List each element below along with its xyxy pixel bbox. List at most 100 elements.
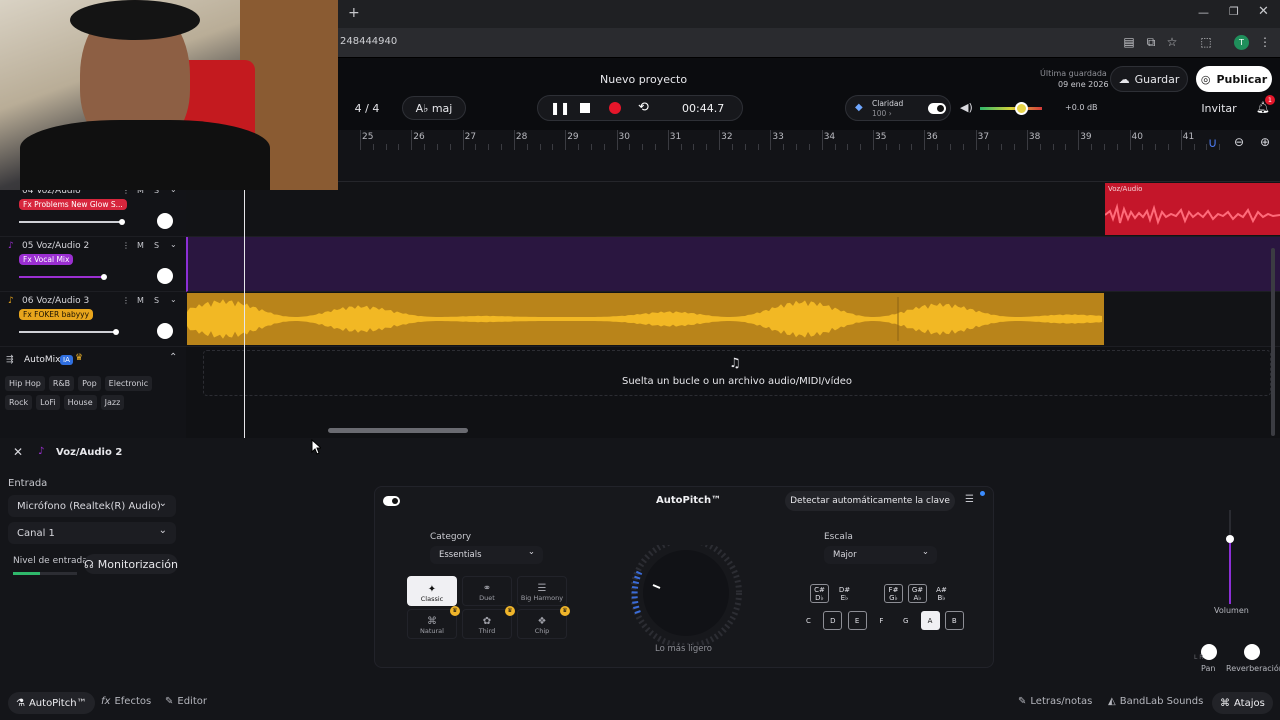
chevron-up-icon[interactable]: ⌃ — [169, 352, 177, 363]
browser-menu-icon[interactable]: ⋮ — [1258, 35, 1272, 49]
fx-tag[interactable]: Fx Vocal Mix — [19, 254, 74, 265]
solo-button[interactable]: S — [154, 241, 159, 250]
footer-sounds-button[interactable]: ◭ BandLab Sounds — [1108, 696, 1203, 707]
footer-tab-effects[interactable]: fx Efectos — [101, 696, 151, 707]
key-natural[interactable]: A — [920, 611, 940, 630]
project-title[interactable]: Nuevo proyecto — [600, 73, 687, 86]
audio-clip-yellow[interactable] — [187, 293, 1104, 345]
genre-chip[interactable]: House — [63, 395, 97, 410]
timeline-ruler[interactable]: 25 26 27 28 29 30 31 32 33 34 35 36 37 38 39 40 41 ∪ ⊖ ⊕ — [338, 130, 1280, 182]
save-button[interactable]: ☁ Guardar — [1110, 66, 1188, 92]
url-text[interactable]: 248444940 — [340, 36, 397, 47]
preset-duet[interactable]: ⚭ Duet — [462, 576, 512, 606]
close-window-icon[interactable]: ✕ — [1258, 4, 1269, 19]
genre-chip[interactable]: Rock — [5, 395, 33, 410]
time-signature[interactable]: 4 / 4 — [342, 96, 392, 120]
restore-icon[interactable]: ❐ — [1229, 5, 1239, 18]
genre-chip[interactable]: Pop — [78, 376, 101, 391]
fx-tag[interactable]: Fx Problems New Glow S... — [19, 199, 127, 210]
volume-fader[interactable] — [1226, 510, 1234, 604]
preset-classic[interactable]: ✦ Classic — [407, 576, 457, 606]
chevron-down-icon[interactable]: ⌄ — [170, 295, 177, 304]
key-natural[interactable]: G — [896, 611, 915, 630]
genre-chip[interactable]: R&B — [48, 376, 75, 391]
reverb-knob[interactable] — [1244, 644, 1260, 660]
master-volume-handle[interactable] — [1015, 102, 1028, 115]
key-selector[interactable]: A♭ maj — [402, 96, 466, 120]
clarity-control[interactable]: ◆ Claridad 100 › — [845, 95, 951, 121]
footer-tab-autopitch[interactable]: ⚗ AutoPitch™ — [8, 692, 95, 714]
horizontal-scrollbar[interactable] — [328, 428, 468, 433]
preset-big-harmony[interactable]: ☰ Big Harmony — [517, 576, 567, 606]
more-icon[interactable]: ⋮ — [122, 241, 130, 250]
mic-select[interactable]: Micrófono (Realtek(R) Audio) ⌄ — [8, 495, 176, 517]
chevron-down-icon[interactable]: ⌄ — [170, 240, 177, 249]
track-header-06[interactable]: ♪ 06 Voz/Audio 3 Fx FOKER babyyy ⋮ M S ⌄ — [0, 292, 186, 347]
track-volume-fader[interactable] — [19, 219, 125, 225]
new-tab-button[interactable]: + — [348, 5, 360, 21]
mute-button[interactable]: M — [137, 241, 144, 250]
playhead[interactable] — [244, 182, 245, 438]
volume-handle[interactable] — [1226, 535, 1234, 543]
solo-button[interactable]: S — [154, 296, 159, 305]
clarity-toggle[interactable] — [928, 103, 946, 114]
preset-natural[interactable]: ⌘ Natural ♛ — [407, 606, 460, 639]
vertical-scrollbar[interactable] — [1271, 248, 1275, 436]
audio-clip-red[interactable]: Voz/Audio — [1105, 183, 1280, 235]
channel-select[interactable]: Canal 1 ⌄ — [8, 522, 176, 544]
record-icon[interactable] — [609, 102, 621, 114]
key-sharp[interactable]: A# B♭ — [932, 584, 951, 603]
drop-zone[interactable]: ♫ Suelta un bucle o un archivo audio/MID… — [203, 350, 1271, 396]
pause-icon[interactable]: ❚❚ — [550, 101, 570, 115]
settings-sliders-icon[interactable]: ☰ — [965, 494, 974, 505]
genre-chip[interactable]: Jazz — [100, 395, 125, 410]
footer-tab-editor[interactable]: ✎ Editor — [165, 696, 207, 707]
loop-icon[interactable]: ⟲ — [638, 100, 649, 115]
stop-icon[interactable] — [580, 103, 590, 113]
footer-shortcuts-button[interactable]: ⌘ Atajos — [1212, 692, 1273, 714]
pan-knob[interactable] — [157, 213, 173, 229]
more-icon[interactable]: ⋮ — [122, 296, 130, 305]
reader-icon[interactable]: ▤ — [1122, 35, 1136, 49]
key-sharp[interactable]: C# D♭ — [810, 584, 829, 603]
pan-knob[interactable] — [157, 323, 173, 339]
pan-knob[interactable] — [157, 268, 173, 284]
category-select[interactable]: Essentials ⌄ — [430, 546, 543, 564]
zoom-in-icon[interactable]: ⊕ — [1260, 135, 1270, 149]
profile-avatar[interactable]: T — [1234, 35, 1249, 50]
preset-chip[interactable]: ❖ Chip ♛ — [517, 606, 570, 639]
genre-chip[interactable]: LoFi — [36, 395, 60, 410]
footer-lyrics-button[interactable]: ✎ Letras/notas — [1018, 696, 1092, 707]
genre-chip[interactable]: Electronic — [104, 376, 153, 391]
amount-dial[interactable] — [631, 545, 747, 645]
bookmark-star-icon[interactable]: ☆ — [1165, 35, 1179, 49]
track-title[interactable]: 05 Voz/Audio 2 — [22, 241, 89, 251]
fx-tag[interactable]: Fx FOKER babyyy — [19, 309, 94, 320]
speaker-icon[interactable]: ◀) — [960, 101, 973, 114]
track-volume-fader[interactable] — [19, 274, 107, 280]
key-sharp[interactable]: F# G♭ — [884, 584, 903, 603]
track-title[interactable]: 06 Voz/Audio 3 — [22, 296, 89, 306]
track-volume-fader[interactable] — [19, 329, 119, 335]
key-natural[interactable]: C — [799, 611, 818, 630]
close-panel-icon[interactable]: ✕ — [13, 445, 23, 459]
key-natural[interactable]: D — [823, 611, 843, 630]
key-natural[interactable]: F — [872, 611, 891, 630]
publish-button[interactable]: ◎ Publicar — [1196, 66, 1272, 92]
track-lane-04[interactable]: Voz/Audio — [186, 182, 1280, 237]
track-lane-05[interactable] — [186, 237, 1280, 292]
extensions-icon[interactable]: ⬚ — [1199, 35, 1213, 49]
zoom-out-icon[interactable]: ⊖ — [1234, 135, 1244, 149]
genre-chip[interactable]: Hip Hop — [5, 376, 45, 391]
key-sharp[interactable]: G# A♭ — [908, 584, 927, 603]
track-header-05[interactable]: ♪ 05 Voz/Audio 2 Fx Vocal Mix ⋮ M S ⌄ — [0, 237, 186, 292]
minimize-icon[interactable]: — — [1198, 6, 1209, 19]
monitor-button[interactable]: ☊ Monitorización — [84, 554, 178, 574]
track-lane-06[interactable] — [186, 292, 1280, 347]
key-sharp[interactable]: D# E♭ — [835, 584, 854, 603]
invite-button[interactable]: Invitar — [1196, 96, 1242, 120]
key-natural[interactable]: E — [847, 611, 867, 630]
automix-label[interactable]: AutoMix — [24, 355, 61, 365]
magnet-icon[interactable]: ∪ — [1208, 136, 1218, 151]
mute-button[interactable]: M — [137, 296, 144, 305]
